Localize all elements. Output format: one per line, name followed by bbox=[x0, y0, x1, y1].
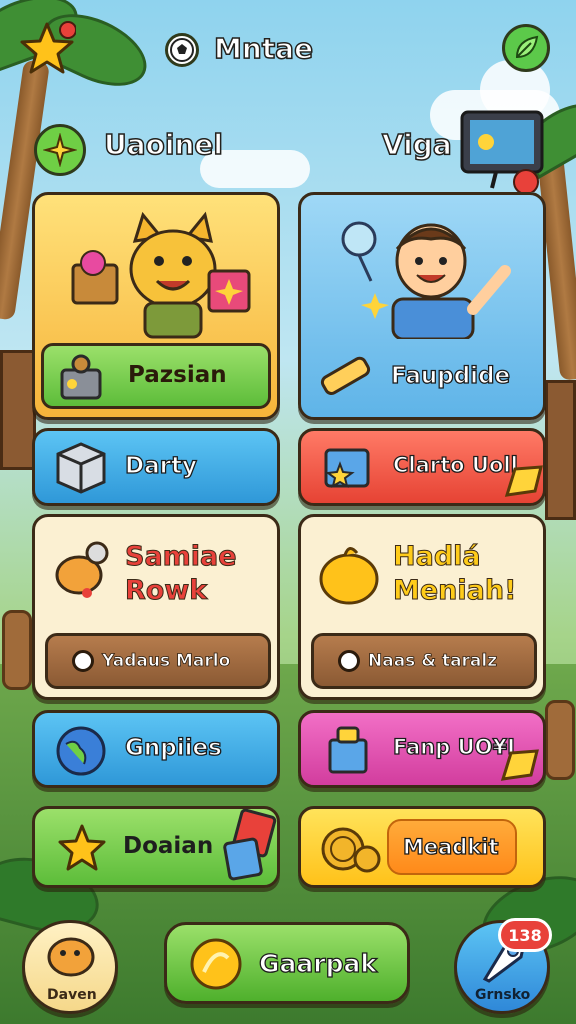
samiae-title-line2: Rowk bbox=[124, 575, 208, 607]
coin-icon bbox=[187, 935, 245, 993]
star-icon bbox=[55, 821, 109, 875]
faupdide-label: Faupdide bbox=[390, 362, 511, 389]
cards-icon bbox=[221, 809, 277, 885]
gear-icon bbox=[338, 650, 360, 672]
header-title: Mntae bbox=[213, 31, 314, 66]
section-title-left: Uaoinel bbox=[103, 127, 224, 162]
box-star-icon bbox=[317, 439, 377, 497]
gaarpak-label: Gaarpak bbox=[258, 948, 377, 978]
gnpiies-label: Gnpiies bbox=[124, 734, 222, 761]
leaf-icon[interactable] bbox=[502, 24, 550, 72]
gaarpak-button[interactable]: Gaarpak bbox=[164, 922, 410, 1004]
darty-label: Darty bbox=[124, 452, 197, 479]
sparkle-icon bbox=[34, 124, 86, 176]
star-icon[interactable] bbox=[18, 20, 76, 78]
naas-button[interactable]: Naas & taralz bbox=[311, 633, 537, 689]
notification-count: 138 bbox=[508, 925, 542, 945]
gold-bar-icon bbox=[501, 461, 543, 501]
boy-character-illustration bbox=[341, 221, 511, 339]
gear-icon bbox=[72, 650, 94, 672]
hut bbox=[545, 380, 576, 520]
doaian-label: Doaian bbox=[123, 833, 214, 859]
hut bbox=[0, 350, 36, 470]
pazsian-button[interactable]: Pazsian bbox=[41, 343, 271, 409]
notification-badge: 138 bbox=[498, 918, 552, 952]
hadla-title-line2: Meniah! bbox=[392, 575, 517, 607]
fox-character-illustration bbox=[71, 211, 251, 339]
card-character-left[interactable]: Pazsian bbox=[32, 192, 280, 420]
scroll-icon bbox=[315, 345, 375, 405]
daven-label: Daven bbox=[47, 987, 97, 1003]
globe-icon bbox=[53, 723, 109, 779]
fanp-button[interactable]: Fanp UO¥I bbox=[298, 710, 546, 788]
daven-button[interactable]: Daven bbox=[22, 920, 118, 1014]
coins-icon bbox=[319, 821, 381, 877]
clarto-label: Clarto Uoll bbox=[392, 452, 518, 477]
soccer-ball-icon bbox=[165, 33, 199, 67]
hadla-card[interactable]: Hadlá Meniah! Naas & taralz bbox=[298, 514, 546, 700]
yadaus-button[interactable]: Yadaus Marlo bbox=[45, 633, 271, 689]
gold-heart-icon bbox=[315, 539, 383, 607]
meadkit-label: Meadkit bbox=[402, 834, 499, 859]
card-character-right[interactable]: Faupdide bbox=[298, 192, 546, 420]
samiae-title-line1: Samiae bbox=[125, 541, 238, 573]
naas-label: Naas & taralz bbox=[368, 651, 498, 672]
grnsko-label: Grnsko bbox=[475, 987, 531, 1003]
gift-box-icon bbox=[319, 721, 377, 779]
samiae-card[interactable]: Samiae Rowk Yadaus Marlo bbox=[32, 514, 280, 700]
tree-stump bbox=[545, 700, 575, 780]
section-title-right: Viga bbox=[381, 127, 452, 162]
darty-button[interactable]: Darty bbox=[32, 428, 280, 506]
pot-icon bbox=[51, 535, 115, 599]
pazsian-label: Pazsian bbox=[128, 362, 227, 388]
gold-bar-icon bbox=[497, 745, 541, 785]
machine-icon bbox=[60, 354, 102, 400]
tree-stump bbox=[2, 610, 32, 690]
yadaus-label: Yadaus Marlo bbox=[102, 651, 231, 672]
meadkit-button[interactable]: Meadkit bbox=[387, 819, 517, 875]
tablet-icon bbox=[456, 108, 544, 192]
hadla-title-line1: Hadlá bbox=[393, 541, 482, 573]
gnpiies-button[interactable]: Gnpiies bbox=[32, 710, 280, 788]
doaian-button[interactable]: Doaian bbox=[32, 806, 280, 888]
cube-icon bbox=[51, 439, 111, 497]
meadkit-card[interactable]: Meadkit bbox=[298, 806, 546, 888]
clarto-button[interactable]: Clarto Uoll bbox=[298, 428, 546, 506]
trophy-icon bbox=[43, 933, 99, 981]
